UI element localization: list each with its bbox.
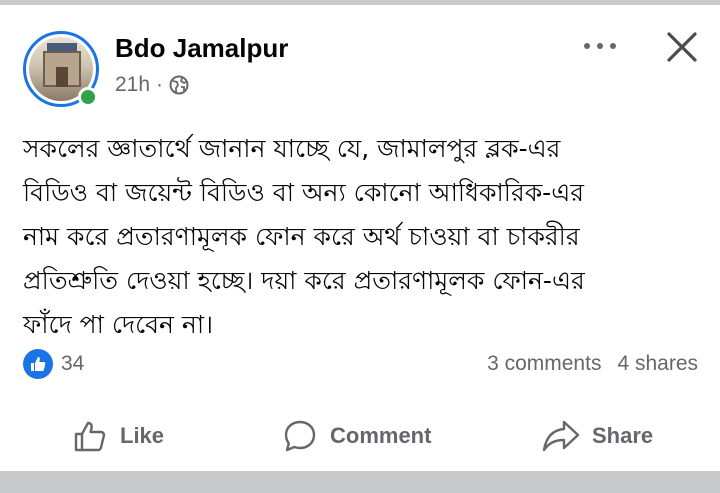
meta-separator: · [156, 73, 164, 96]
share-icon [542, 420, 580, 452]
avatar-sign [47, 43, 77, 51]
comment-icon [284, 420, 316, 452]
share-label: Share [592, 423, 654, 448]
post-card: Bdo Jamalpur 21h · সকলের জ্ঞাতার্থে জানা… [0, 5, 720, 471]
reaction-count: 34 [61, 352, 85, 375]
thumbs-up-icon [74, 421, 106, 452]
dot [597, 43, 603, 49]
post-meta: 21h · [115, 73, 189, 97]
avatar-door [56, 67, 68, 87]
like-reaction-icon [23, 349, 53, 379]
page-name[interactable]: Bdo Jamalpur [115, 33, 288, 64]
comment-label: Comment [330, 423, 432, 448]
shares-count[interactable]: 4 shares [617, 352, 698, 376]
bottom-divider [0, 471, 720, 493]
comments-count[interactable]: 3 comments [487, 352, 601, 376]
action-bar: Like Comment Share [0, 410, 720, 462]
comment-button[interactable]: Comment [282, 410, 431, 462]
post-time[interactable]: 21h [115, 73, 150, 97]
dot [584, 43, 590, 49]
share-button[interactable]: Share [542, 410, 653, 462]
online-status-dot [78, 87, 98, 107]
like-label: Like [120, 423, 165, 448]
avatar[interactable] [23, 31, 99, 107]
engagement-stats: 3 comments 4 shares [487, 352, 698, 376]
close-icon[interactable] [664, 29, 700, 65]
dot [610, 43, 616, 49]
reactions-summary[interactable]: 34 [23, 349, 84, 379]
post-text: সকলের জ্ঞাতার্থে জানান যাচ্ছে যে, জামালপ… [23, 134, 585, 339]
globe-icon[interactable] [169, 75, 189, 95]
like-button[interactable]: Like [72, 410, 164, 462]
more-options-icon[interactable] [578, 33, 622, 59]
